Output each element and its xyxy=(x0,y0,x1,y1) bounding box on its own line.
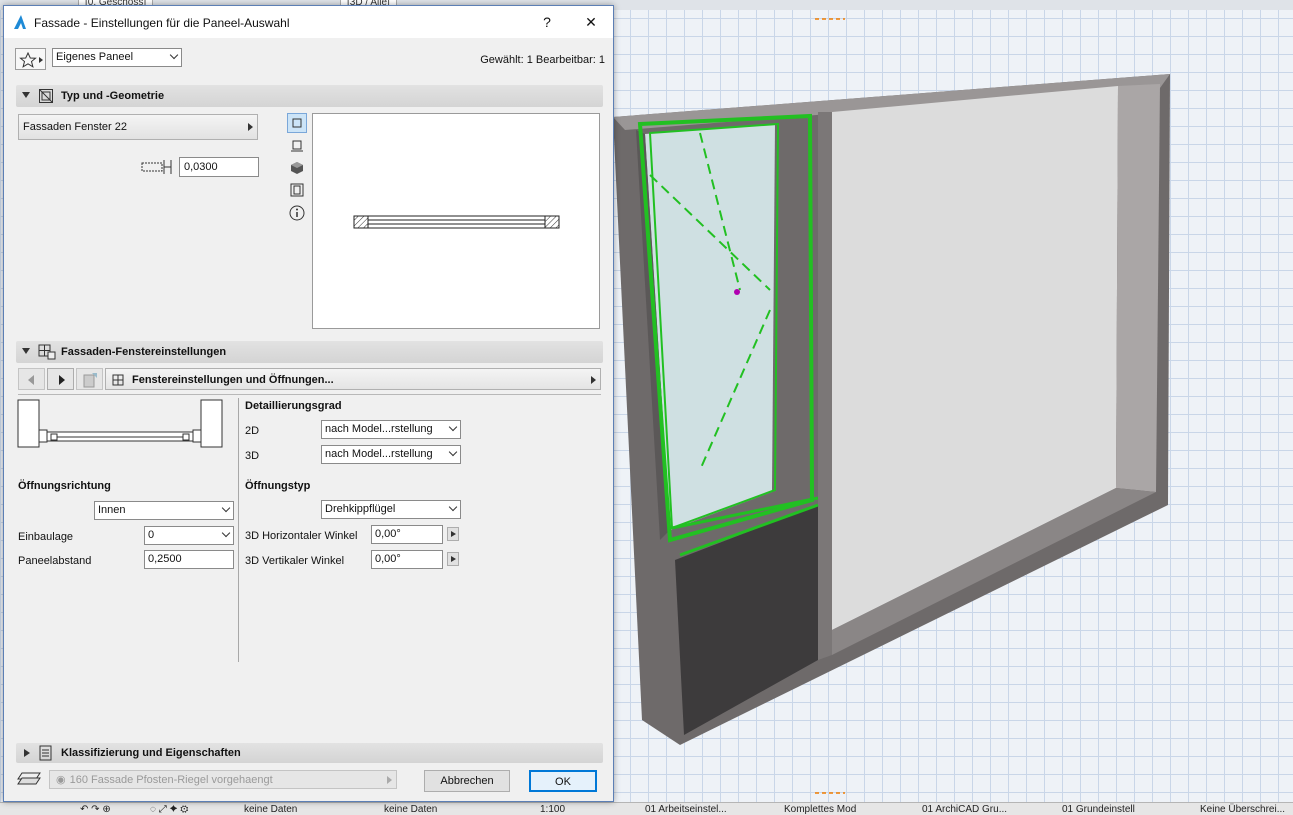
favorites-value: Eigenes Paneel xyxy=(56,51,134,63)
archicad-app-icon xyxy=(14,15,26,29)
thickness-icon xyxy=(141,160,172,174)
eye-icon: ◉ xyxy=(56,774,66,786)
2d-label: 2D xyxy=(245,425,260,437)
installation-dropdown[interactable]: 0 xyxy=(144,526,234,545)
chevron-down-icon xyxy=(448,422,458,432)
page-selector-label: Fenstereinstellungen und Öffnungen... xyxy=(132,374,334,386)
grid-icon xyxy=(112,374,124,386)
layer-combination[interactable]: 01 Arbeitseinstel... xyxy=(645,804,727,815)
expand-triangle-icon xyxy=(24,749,30,757)
3d-label: 3D xyxy=(245,450,260,462)
close-button[interactable]: ✕ xyxy=(576,12,606,32)
vertical-angle-input[interactable]: 0,00° xyxy=(371,550,443,569)
next-page-button[interactable] xyxy=(47,368,74,390)
view-plan-button[interactable] xyxy=(287,113,307,133)
layer-icon xyxy=(17,772,41,785)
panel-type-selector[interactable]: Fassaden Fenster 22 xyxy=(18,114,258,140)
elevation-view-icon[interactable] xyxy=(289,138,305,154)
panel-type-value: Fassaden Fenster 22 xyxy=(23,121,127,133)
opening-type-value: Drehkippflügel xyxy=(325,503,396,515)
page-options-button[interactable] xyxy=(76,368,103,390)
previous-page-button[interactable] xyxy=(18,368,45,390)
chevron-down-icon xyxy=(448,447,458,457)
installation-value: 0 xyxy=(148,529,155,541)
horizontal-angle-label: 3D Horizontaler Winkel xyxy=(245,530,358,542)
chevron-down-icon xyxy=(221,503,231,513)
chevron-right-icon xyxy=(387,776,392,784)
section-window-settings-header[interactable]: Fassaden-Fenstereinstellungen xyxy=(16,341,603,363)
ok-button[interactable]: OK xyxy=(529,770,597,792)
opening-direction-dropdown[interactable]: Innen xyxy=(94,501,234,520)
section-classification-header[interactable]: Klassifizierung und Eigenschaften xyxy=(16,743,603,763)
section-type-geometry-header[interactable]: Typ und -Geometrie xyxy=(16,85,603,107)
facade-panel-settings-dialog: Fassade - Einstellungen für die Paneel-A… xyxy=(3,5,614,802)
star-icon xyxy=(19,52,43,68)
favorites-button[interactable] xyxy=(15,48,46,70)
collapse-triangle-icon xyxy=(22,92,30,98)
info-icon[interactable] xyxy=(289,205,305,221)
status-none-2: keine Daten xyxy=(384,804,438,815)
panel-distance-label: Paneelabstand xyxy=(18,555,92,567)
collapse-triangle-icon xyxy=(22,348,30,354)
horizontal-angle-input[interactable]: 0,00° xyxy=(371,525,443,544)
layer-value: 160 Fassade Pfosten-Riegel vorgehaengt xyxy=(69,774,273,786)
arrow-left-icon xyxy=(28,375,34,385)
layer-selector[interactable]: ◉ 160 Fassade Pfosten-Riegel vorgehaengt xyxy=(49,770,397,789)
chevron-right-icon xyxy=(248,123,253,131)
chevron-down-icon xyxy=(169,50,179,60)
divider xyxy=(18,394,601,395)
detail-level-label: Detaillierungsgrad xyxy=(245,400,342,412)
detail-2d-dropdown[interactable]: nach Model...rstellung xyxy=(321,420,461,439)
chevron-down-icon xyxy=(448,502,458,512)
detail-3d-dropdown[interactable]: nach Model...rstellung xyxy=(321,445,461,464)
section-view-icon[interactable] xyxy=(289,182,305,198)
arrow-right-icon xyxy=(59,375,65,385)
geometry-icon xyxy=(39,89,53,103)
horizontal-angle-arrow-button[interactable] xyxy=(447,527,459,541)
section-title: Klassifizierung und Eigenschaften xyxy=(61,747,241,759)
window-settings-icon xyxy=(38,344,56,360)
properties-icon xyxy=(39,745,52,761)
favorites-dropdown[interactable]: Eigenes Paneel xyxy=(52,48,182,67)
installation-label: Einbaulage xyxy=(18,531,74,543)
panel-distance-input[interactable]: 0,2500 xyxy=(144,550,234,569)
undo-icon[interactable]: ↶ ↷ ⊕ xyxy=(80,804,111,815)
section-title: Fassaden-Fenstereinstellungen xyxy=(61,346,227,358)
vertical-angle-label: 3D Vertikaler Winkel xyxy=(245,555,345,567)
thickness-input[interactable]: 0,0300 xyxy=(179,157,259,177)
square-icon xyxy=(292,118,302,128)
status-bar: ↶ ↷ ⊕ ◌ ⤢ ✦ ⚙ keine Daten keine Daten 1:… xyxy=(0,802,1293,815)
settings-page-selector[interactable]: Fenstereinstellungen und Öffnungen... xyxy=(105,368,601,390)
panel-preview xyxy=(312,113,600,329)
help-button[interactable]: ? xyxy=(532,12,562,32)
detail-2d-value: nach Model...rstellung xyxy=(325,423,433,435)
dialog-title: Fassade - Einstellungen für die Paneel-A… xyxy=(34,16,290,30)
dimension-standard[interactable]: 01 Grundeinstell xyxy=(1062,804,1135,815)
panel-plan-drawing xyxy=(353,215,560,229)
cancel-button[interactable]: Abbrechen xyxy=(424,770,510,792)
selection-info: Gewählt: 1 Bearbeitbar: 1 xyxy=(480,54,605,66)
section-title: Typ und -Geometrie xyxy=(61,90,165,102)
pen-set[interactable]: 01 ArchiCAD Gru... xyxy=(922,804,1007,815)
scale-value[interactable]: 1:100 xyxy=(540,804,565,815)
title-bar[interactable]: Fassade - Einstellungen für die Paneel-A… xyxy=(4,6,613,38)
column-divider xyxy=(238,398,239,662)
opening-direction-label: Öffnungsrichtung xyxy=(18,480,111,492)
vertical-angle-arrow-button[interactable] xyxy=(447,552,459,566)
renovation-filter[interactable]: Keine Überschrei... xyxy=(1200,804,1285,815)
window-plan-symbol xyxy=(17,399,223,448)
navigation-icons[interactable]: ◌ ⤢ ✦ ⚙ xyxy=(150,804,188,815)
chevron-down-icon xyxy=(221,528,231,538)
status-none-1: keine Daten xyxy=(244,804,298,815)
opening-type-dropdown[interactable]: Drehkippflügel xyxy=(321,500,461,519)
page-list-icon xyxy=(83,373,97,388)
opening-direction-value: Innen xyxy=(98,504,126,516)
detail-3d-value: nach Model...rstellung xyxy=(325,448,433,460)
model-view-options[interactable]: Komplettes Mod xyxy=(784,804,856,815)
3d-view-icon[interactable] xyxy=(289,160,305,176)
chevron-right-icon xyxy=(591,376,596,384)
opening-type-label: Öffnungstyp xyxy=(245,480,311,492)
